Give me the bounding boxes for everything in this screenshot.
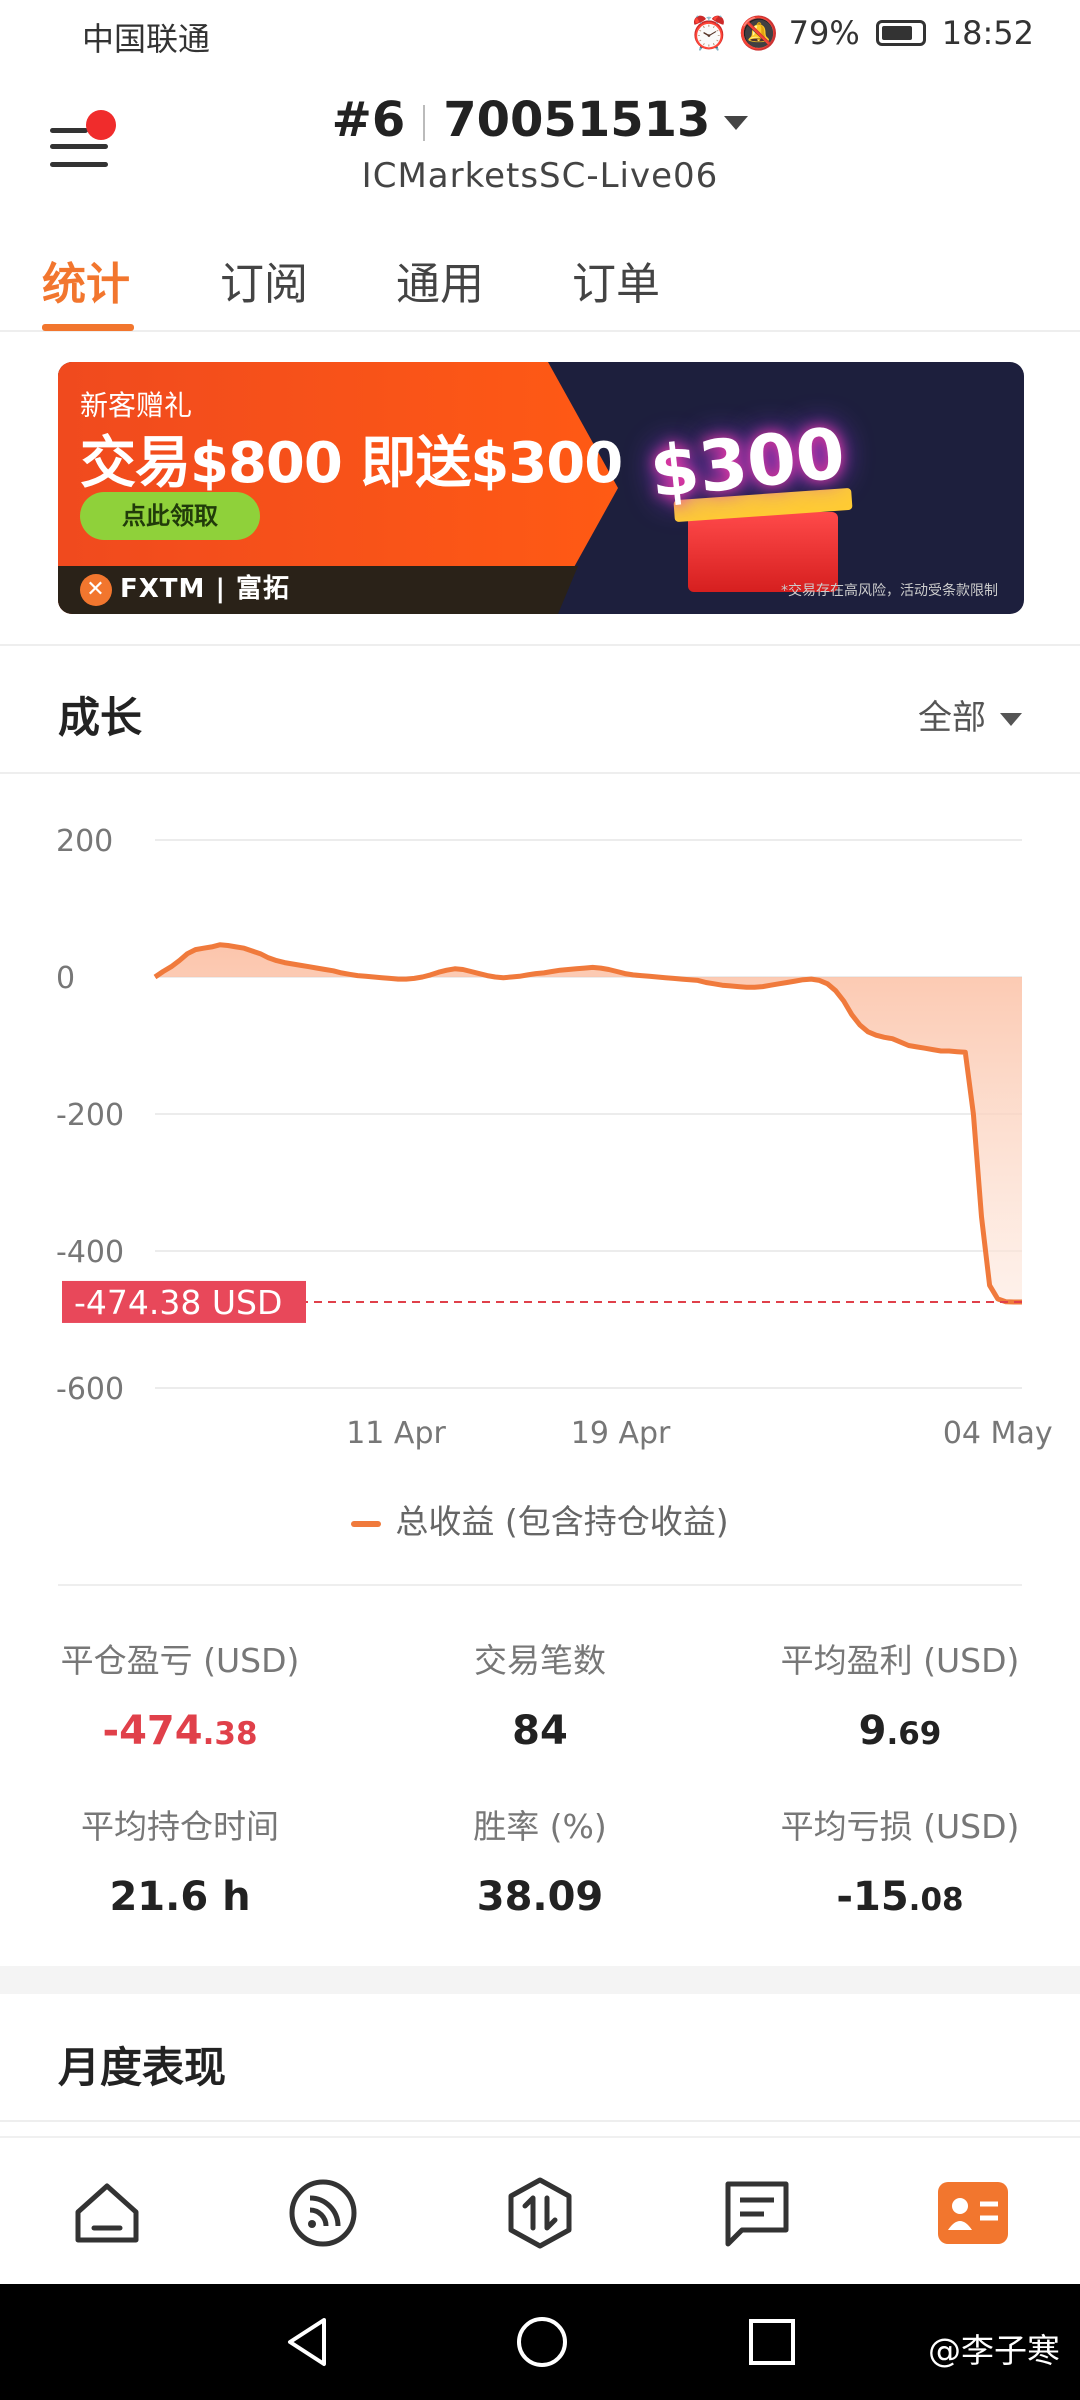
stat-value-int: -474 [102,1708,203,1754]
back-icon[interactable] [282,2314,332,2370]
tab-orders[interactable]: 订单 [572,248,660,312]
clock: 18:52 [941,14,1034,52]
stat-trade-count: 交易笔数 84 [360,1634,720,1754]
y-tick-label: -200 [56,1098,124,1133]
account-selector[interactable]: #6 70051513 [0,92,1080,148]
carrier-label: 中国联通 [82,20,211,58]
stat-value: 21.6 h [0,1874,360,1920]
y-tick-label: -600 [56,1372,124,1407]
stat-value-dec: .08 [908,1882,964,1918]
system-nav-bar: @李子寒 [0,2284,1080,2400]
battery-icon [875,20,926,46]
section-gap [0,1966,1080,1994]
status-right: ⏰ 🔕 79% 18:52 [689,14,1034,52]
divider [423,105,426,141]
account-number: 70051513 [443,92,711,148]
stat-value-dec: .38 [202,1716,258,1752]
stat-value-int: 9 [858,1708,887,1754]
legend-label: 总收益 (包含持仓收益) [395,1502,729,1541]
banner-disclaimer: *交易存在高风险，活动受条款限制 [781,583,998,599]
x-tick-label: 04 May [943,1416,1053,1451]
stat-value: -15.08 [720,1874,1080,1920]
stat-label: 平均盈利 (USD) [780,1641,1020,1680]
range-filter-label: 全部 [918,698,986,738]
status-bar: 中国联通 ⏰ 🔕 79% 18:52 [0,0,1080,72]
divider [0,2120,1080,2122]
promo-banner[interactable]: 新客赠礼 交易$800 即送$300 点此领取 ✕ FXTM | 富拓 $300 … [58,362,1024,614]
banner-cta-button[interactable]: 点此领取 [80,492,260,540]
stat-value: 9.69 [720,1708,1080,1754]
tab-subscribe[interactable]: 订阅 [220,248,308,312]
stat-closed-pnl: 平仓盈亏 (USD) -474.38 [0,1634,360,1754]
tab-general[interactable]: 通用 [396,248,484,312]
legend-swatch [351,1520,382,1527]
stat-value-int: 21.6 h [109,1874,251,1920]
signals-icon[interactable] [286,2176,360,2250]
home-icon[interactable] [70,2176,144,2250]
home-circle-icon[interactable] [514,2314,570,2370]
divider [0,644,1080,646]
stat-label: 交易笔数 [474,1641,606,1680]
stat-value-int: 84 [512,1708,568,1754]
monthly-title: 月度表现 [58,2043,227,2092]
x-tick-label: 19 Apr [571,1416,671,1451]
stat-value: 84 [360,1708,720,1754]
banner-brand: ✕ FXTM | 富拓 [80,568,290,606]
stat-value: -474.38 [0,1708,360,1754]
stat-value-dec: .69 [886,1716,942,1752]
watermark: @李子寒 [928,2331,1060,2370]
profile-card-icon[interactable] [936,2176,1010,2250]
chevron-down-icon [1000,713,1022,726]
mute-icon: 🔕 [738,14,779,52]
y-tick-label: 200 [56,824,113,859]
account-index: #6 [331,92,406,148]
growth-title: 成长 [58,693,143,742]
stat-label: 胜率 (%) [473,1807,607,1846]
recents-icon[interactable] [744,2314,800,2370]
active-tab-indicator [42,324,134,331]
fxtm-logo-icon: ✕ [80,573,112,606]
alarm-icon: ⏰ [688,14,729,52]
stat-win-rate: 胜率 (%) 38.09 [360,1800,720,1920]
growth-chart[interactable]: 200 0 -200 -400 -600 -474.38 USD 11 Apr 19 Ap… [0,800,1080,1480]
current-value-label: -474.38 USD [74,1283,282,1322]
growth-area [155,944,1022,1302]
chart-legend: 总收益 (包含持仓收益) [0,1495,1080,1543]
divider [58,1584,1022,1586]
stat-value-int: 38.09 [476,1874,604,1920]
divider [0,772,1080,774]
stat-value: 38.09 [360,1874,720,1920]
messages-icon[interactable] [720,2176,794,2250]
tab-statistics[interactable]: 统计 [42,248,130,312]
stat-label: 平均亏损 (USD) [780,1807,1020,1846]
stat-avg-hold-time: 平均持仓时间 21.6 h [0,1800,360,1920]
stat-avg-loss: 平均亏损 (USD) -15.08 [720,1800,1080,1920]
y-tick-label: 0 [56,961,75,996]
trade-icon[interactable] [503,2176,577,2250]
y-tick-label: -400 [56,1235,124,1270]
stat-label: 平均持仓时间 [81,1807,279,1846]
stat-value-int: -15 [836,1874,909,1920]
tab-bar: 统计 订阅 通用 订单 [0,240,1080,332]
banner-brand-text: FXTM | 富拓 [120,574,291,604]
stat-avg-profit: 平均盈利 (USD) 9.69 [720,1634,1080,1754]
server-name: ICMarketsSC-Live06 [361,156,719,196]
bottom-nav [0,2136,1080,2288]
x-tick-label: 11 Apr [346,1416,446,1451]
chevron-down-icon [724,116,749,130]
battery-percent: 79% [788,14,860,52]
stat-label: 平仓盈亏 (USD) [60,1641,300,1680]
range-filter[interactable]: 全部 [918,690,1022,739]
banner-headline: 交易$800 即送$300 [80,431,623,496]
